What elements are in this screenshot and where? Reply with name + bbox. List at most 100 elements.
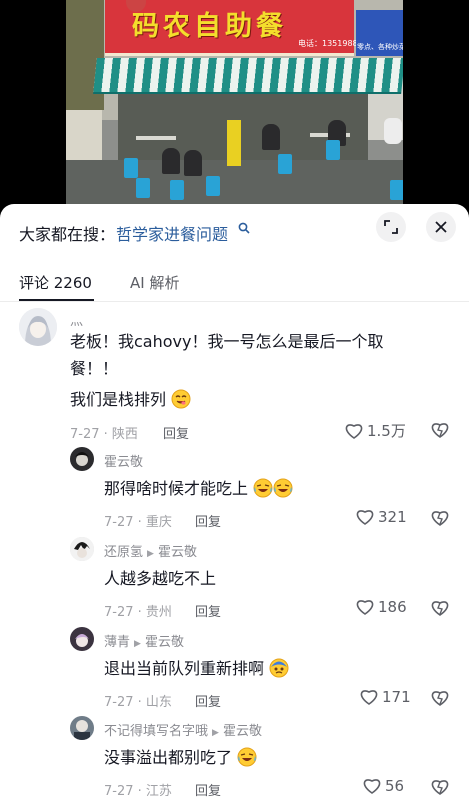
comment-username[interactable]: 灬 (70, 310, 83, 329)
chair (124, 158, 138, 178)
reply-text: 人越多越吃不上 (104, 569, 217, 588)
reply-meta: 7-27 · 山东 (104, 695, 172, 710)
comment-meta: 7-27 · 陕西 (70, 427, 138, 442)
reply-text-line: 没事溢出都别吃了 (104, 744, 257, 771)
reply-date: 7-27 (104, 605, 134, 620)
comment-text: 我们是栈排列 (70, 390, 167, 409)
reply-target[interactable]: 霍云敬 (223, 724, 262, 739)
secondary-sign-text: 零点、各种炒菜 (357, 43, 403, 51)
avatar[interactable] (70, 627, 94, 651)
like-button[interactable]: 186 (355, 598, 407, 616)
like-count: 56 (385, 777, 405, 795)
chair (136, 178, 150, 198)
like-button[interactable]: 321 (355, 508, 407, 526)
reply-meta: 7-27 · 贵州 (104, 605, 172, 620)
heart-icon (356, 600, 374, 615)
chair (206, 176, 220, 196)
avatar[interactable] (70, 537, 94, 561)
like-button[interactable]: 171 (359, 688, 411, 706)
reply-text: 退出当前队列重新排啊 (104, 659, 265, 678)
search-prefix: 大家都在搜： (19, 225, 116, 244)
reply-location: 贵州 (145, 605, 172, 620)
chair (326, 140, 340, 160)
reply-button[interactable]: 回复 (195, 691, 221, 710)
avatar[interactable] (70, 716, 94, 740)
reply-location: 山东 (145, 695, 172, 710)
person (262, 124, 280, 150)
dislike-icon[interactable] (430, 778, 450, 796)
scooter (384, 118, 402, 144)
crying-laughing-emoji-icon (237, 747, 257, 767)
like-button[interactable]: 56 (362, 777, 404, 795)
search-icon[interactable] (238, 222, 250, 234)
like-count: 1.5万 (367, 422, 406, 440)
reply-author[interactable]: 薄青 (104, 635, 130, 650)
crying-laughing-emoji-icon (273, 478, 293, 498)
chair (278, 154, 292, 174)
close-button[interactable] (426, 212, 456, 242)
search-suggestion-link[interactable]: 哲学家进餐问题 (116, 221, 228, 245)
tab-bar: 评论 2260 AI 解析 (0, 258, 469, 302)
tab-ai-analysis[interactable]: AI 解析 (130, 272, 179, 293)
chair (390, 180, 403, 200)
dislike-icon[interactable] (430, 421, 450, 439)
tab-comments[interactable]: 评论 2260 (19, 272, 92, 293)
heart-icon (345, 424, 363, 439)
restaurant-photo: 码农自助餐 电话：13519881448 零点、各种炒菜 (66, 0, 403, 204)
comment-date: 7-27 (70, 427, 100, 442)
comment-location: 陕西 (111, 427, 138, 442)
reply-meta: 7-27 · 重庆 (104, 515, 172, 530)
crying-laughing-emoji-icon (253, 478, 273, 498)
striped-awning (93, 58, 403, 94)
reply-button[interactable]: 回复 (195, 511, 221, 530)
like-count: 321 (378, 508, 407, 526)
reply-button[interactable]: 回复 (195, 601, 221, 620)
comment-text-line: 餐！！ (70, 359, 119, 378)
reply-date: 7-27 (104, 515, 134, 530)
reply-button[interactable]: 回复 (163, 423, 189, 442)
yellow-cabinet (227, 120, 241, 166)
person (162, 148, 180, 174)
like-count: 171 (382, 688, 411, 706)
reply-location: 重庆 (145, 515, 172, 530)
like-button[interactable]: 1.5万 (344, 420, 406, 441)
dislike-icon[interactable] (430, 689, 450, 707)
heart-icon (360, 690, 378, 705)
dislike-icon[interactable] (430, 509, 450, 527)
dislike-icon[interactable] (430, 599, 450, 617)
comment-text-line: 我们是栈排列 (70, 386, 191, 413)
reply-text-line: 退出当前队列重新排啊 (104, 655, 289, 682)
reply-username: 还原氢 ▶ 霍云敬 (104, 541, 197, 560)
expand-button[interactable] (376, 212, 406, 242)
reply-date: 7-27 (104, 784, 134, 799)
heart-icon (363, 779, 381, 794)
reply-meta: 7-27 · 江苏 (104, 784, 172, 799)
avatar[interactable] (70, 447, 94, 471)
tab-active-indicator (19, 299, 94, 301)
reply-author[interactable]: 不记得填写名字哦 (104, 724, 208, 739)
expand-icon (384, 220, 398, 234)
reply-author[interactable]: 还原氢 (104, 545, 143, 560)
reply-to-arrow-icon: ▶ (134, 639, 141, 649)
avatar[interactable] (19, 308, 57, 346)
video-area[interactable]: 码农自助餐 电话：13519881448 零点、各种炒菜 (0, 0, 469, 204)
reply-to-arrow-icon: ▶ (212, 728, 219, 738)
close-icon (435, 221, 447, 233)
table (136, 136, 176, 140)
heart-icon (356, 510, 374, 525)
reply-target[interactable]: 霍云敬 (145, 635, 184, 650)
reply-button[interactable]: 回复 (195, 780, 221, 799)
search-suggestion-row: 大家都在搜： 哲学家进餐问题 (0, 204, 469, 258)
reply-text-line: 那得啥时候才能吃上 (104, 475, 293, 502)
reply-text: 没事溢出都别吃了 (104, 748, 233, 767)
comment-panel: 大家都在搜： 哲学家进餐问题 评论 2260 AI 解析 灬 老板！我cahov… (0, 204, 469, 800)
reply-target[interactable]: 霍云敬 (158, 545, 197, 560)
reply-username: 不记得填写名字哦 ▶ 霍云敬 (104, 720, 262, 739)
like-count: 186 (378, 598, 407, 616)
sign-text: 码农自助餐 (132, 11, 287, 42)
reply-text: 那得啥时候才能吃上 (104, 479, 249, 498)
reply-username[interactable]: 霍云敬 (104, 451, 143, 470)
reply-to-arrow-icon: ▶ (147, 549, 154, 559)
reply-username: 薄青 ▶ 霍云敬 (104, 631, 184, 650)
reply-date: 7-27 (104, 695, 134, 710)
